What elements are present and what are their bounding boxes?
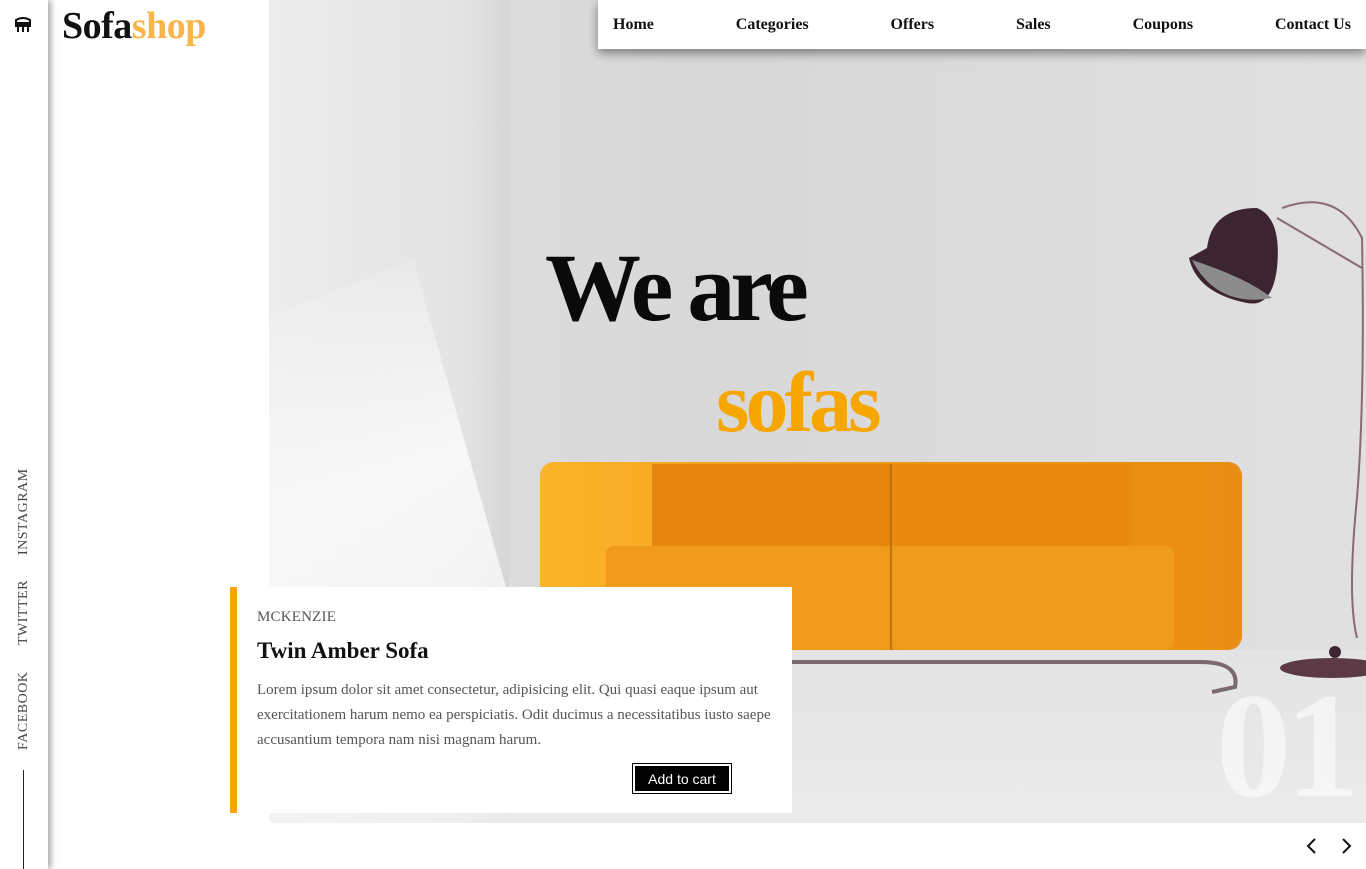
- social-sidebar: INSTAGRAM TWITTER FACEBOOK: [0, 0, 48, 869]
- instagram-link[interactable]: INSTAGRAM: [16, 468, 32, 555]
- chevron-left-icon[interactable]: [1302, 836, 1322, 856]
- logo-text-accent: shop: [131, 5, 207, 47]
- site-logo[interactable]: Sofashop: [62, 4, 206, 48]
- add-to-cart-button[interactable]: Add to cart: [632, 763, 732, 794]
- logo-text-primary: Sofa: [62, 5, 132, 47]
- twitter-link[interactable]: TWITTER: [16, 580, 32, 645]
- rail-divider: [23, 770, 24, 869]
- sofa-icon: [15, 17, 31, 32]
- product-name: Twin Amber Sofa: [257, 638, 429, 663]
- nav-home[interactable]: Home: [613, 16, 654, 34]
- nav-sales[interactable]: Sales: [1016, 16, 1051, 34]
- nav-contact-us[interactable]: Contact Us: [1275, 16, 1351, 34]
- nav-coupons[interactable]: Coupons: [1133, 16, 1193, 34]
- main-nav: Home Categories Offers Sales Coupons Con…: [598, 0, 1366, 49]
- product-description: Lorem ipsum dolor sit amet consectetur, …: [257, 682, 771, 748]
- chevron-right-icon[interactable]: [1336, 836, 1356, 856]
- slide-number: 01: [1216, 663, 1360, 823]
- product-card: MCKENZIE Twin Amber Sofa Lorem ipsum dol…: [230, 587, 792, 813]
- nav-offers[interactable]: Offers: [891, 16, 935, 34]
- hero-title-line2: sofas: [716, 354, 882, 450]
- facebook-link[interactable]: FACEBOOK: [16, 672, 32, 750]
- product-brand: MCKENZIE: [257, 609, 337, 625]
- nav-categories[interactable]: Categories: [736, 16, 809, 34]
- hero-title-line1: We are: [545, 234, 809, 341]
